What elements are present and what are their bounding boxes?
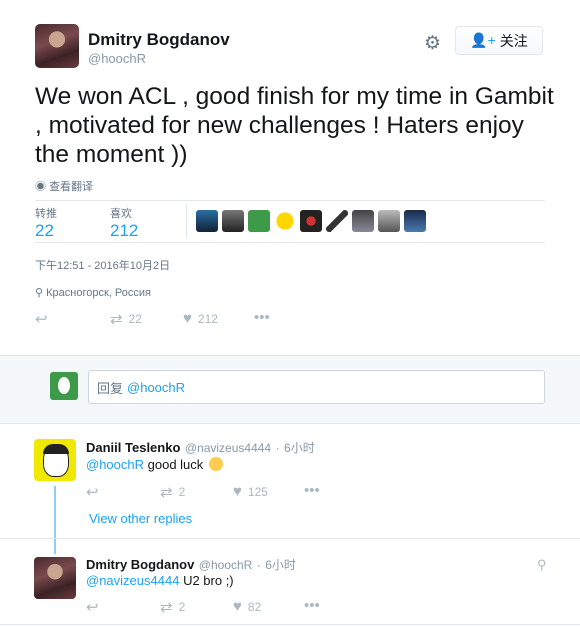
liker-avatar[interactable] [300,210,322,232]
translate-label: 查看翻译 [49,181,94,193]
translate-link[interactable]: ◉ 查看翻译 [35,178,93,194]
retweets-label: 转推 [35,208,57,220]
tweet-text: We won ACL , good finish for my time in … [35,83,554,168]
reply-icon: ↩ [86,599,99,616]
retweet-count: 2 [178,600,186,614]
more-icon: ••• [304,597,320,614]
stats-divider-top [35,200,545,201]
globe-icon: ◉ [35,181,46,193]
gear-icon[interactable]: ⚙ [424,32,441,55]
liker-avatar[interactable] [196,210,218,232]
add-user-icon: 👤+ [470,32,496,48]
retweets-count: 22 [35,221,54,240]
like-action[interactable]: ♥ 82 [233,598,261,615]
retweet-action[interactable]: ⇄ 2 [160,483,185,501]
reply-text: @hoochR good luck [86,457,223,472]
more-icon: ••• [304,482,320,499]
reply-author-name[interactable]: Daniil Teslenko [86,440,180,455]
reply-avatar[interactable] [34,439,76,481]
retweet-icon: ⇄ [160,484,173,501]
reply-divider [0,538,580,539]
reply-time[interactable]: 6小时 [284,441,315,455]
reply-author-handle[interactable]: @navizeus4444 [185,441,271,455]
author-handle[interactable]: @hoochR [88,51,146,66]
retweet-action[interactable]: ⇄ 2 [160,598,185,616]
reply-header: Daniil Teslenko @navizeus4444 · 6小时 [86,440,315,455]
heart-icon: ♥ [233,598,242,615]
reply-input[interactable]: 回复 @hoochR [88,370,545,404]
like-action[interactable]: ♥ 212 [183,310,218,327]
reply-box-divider [0,423,580,424]
tweet-date: 下午12:51 - 2016年10月2日 [35,260,171,272]
liker-avatar[interactable] [248,210,270,232]
reply-action[interactable]: ↩ [86,598,99,616]
reply-icon: ↩ [86,484,99,501]
thread-line [54,486,56,554]
reply-time[interactable]: 6小时 [265,558,296,572]
likes-count: 212 [110,221,139,240]
view-other-replies-link[interactable]: View other replies [89,511,192,526]
location-pin-icon[interactable]: ⚲ [537,557,547,573]
reply-icon: ↩ [35,311,48,328]
reply-author-handle[interactable]: @hoochR [199,558,253,572]
like-count: 212 [197,311,218,326]
retweets-stat[interactable]: 转推 22 [35,205,57,241]
liker-avatar[interactable] [352,210,374,232]
liker-avatar[interactable] [378,210,400,232]
liker-avatar[interactable] [326,210,348,232]
reply-divider [0,624,580,625]
retweet-count: 22 [128,312,142,326]
heart-icon: ♥ [183,310,192,327]
reply-prefix: 回复 [97,380,124,396]
retweet-icon: ⇄ [160,599,173,616]
location-label: Красногорск, Россия [46,287,151,299]
follow-label: 关注 [499,32,528,49]
heart-icon: ♥ [233,483,242,500]
retweet-icon: ⇄ [110,311,123,328]
likes-stat[interactable]: 喜欢 212 [110,205,138,241]
reply-text: @navizeus4444 U2 bro ;) [86,573,234,588]
more-action[interactable]: ••• [254,309,270,326]
reply-header: Dmitry Bogdanov @hoochR · 6小时 [86,557,296,572]
stats-separator [186,204,187,238]
author-name[interactable]: Dmitry Bogdanov [88,30,230,50]
stats-divider-bottom [35,242,545,243]
like-count: 125 [247,484,268,499]
retweet-action[interactable]: ⇄ 22 [110,310,142,328]
more-icon: ••• [254,309,270,326]
retweet-count: 2 [178,485,186,499]
liker-avatar[interactable] [404,210,426,232]
current-user-avatar [50,372,78,400]
reply-mention[interactable]: @navizeus4444 [86,573,179,588]
wink-emoji-icon [208,457,223,471]
tweet-location[interactable]: ⚲ Красногорск, Россия [35,286,151,299]
likes-label: 喜欢 [110,208,132,220]
liker-avatar[interactable] [274,210,296,232]
reply-avatar[interactable] [34,557,76,599]
more-action[interactable]: ••• [304,482,320,499]
reply-action[interactable]: ↩ [86,483,99,501]
follow-button[interactable]: 👤+ 关注 [455,26,543,55]
location-pin-icon: ⚲ [35,287,44,299]
reply-action[interactable]: ↩ [35,310,48,328]
liker-avatar[interactable] [222,210,244,232]
reply-body: U2 bro ;) [183,573,234,588]
author-avatar[interactable] [35,24,79,68]
like-count: 82 [247,599,262,614]
reply-body: good luck [147,457,204,472]
like-action[interactable]: ♥ 125 [233,483,268,500]
reply-handle: @hoochR [127,379,186,395]
reply-mention[interactable]: @hoochR [86,457,144,472]
more-action[interactable]: ••• [304,597,320,614]
reply-author-name[interactable]: Dmitry Bogdanov [86,557,194,572]
